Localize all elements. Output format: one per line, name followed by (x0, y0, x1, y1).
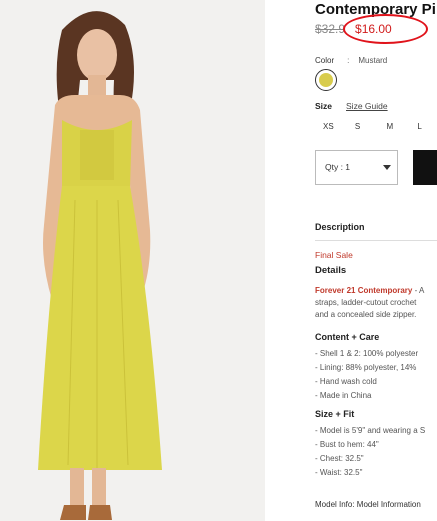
size-row: Size Size Guide (315, 101, 388, 111)
color-value: Mustard (358, 56, 388, 65)
list-item: - Bust to hem: 44" (315, 440, 379, 449)
add-to-bag-button[interactable] (413, 150, 437, 185)
size-guide-link[interactable]: Size Guide (346, 101, 388, 111)
details-line-3: and a concealed side zipper. (315, 310, 417, 319)
list-item: - Chest: 32.5" (315, 454, 364, 463)
chevron-down-icon (383, 165, 391, 170)
details-text: Forever 21 Contemporary - A straps, ladd… (315, 285, 437, 321)
product-image[interactable] (0, 0, 265, 521)
list-item: - Lining: 88% polyester, 14% (315, 363, 417, 372)
quantity-label: Qty : 1 (325, 162, 351, 172)
size-options: XS S M L (315, 122, 422, 131)
color-swatch-mustard[interactable] (315, 69, 337, 91)
final-sale-label: Final Sale (315, 250, 353, 260)
color-row: Color: Mustard (315, 56, 387, 65)
list-item: - Waist: 32.5" (315, 468, 363, 477)
divider (315, 240, 437, 241)
color-label: Color (315, 56, 335, 65)
original-price: $32.9 (315, 22, 346, 36)
size-fit-heading: Size + Fit (315, 409, 355, 419)
brand-link[interactable]: Forever 21 Contemporary (315, 286, 412, 295)
list-item: - Hand wash cold (315, 377, 377, 386)
details-heading: Details (315, 265, 347, 276)
model-info: Model Info: Model Information (315, 500, 421, 509)
quantity-select[interactable]: Qty : 1 (315, 150, 398, 185)
description-heading: Description (315, 222, 365, 232)
size-option-l[interactable]: L (417, 122, 421, 131)
size-label: Size (315, 101, 333, 111)
content-care-heading: Content + Care (315, 332, 380, 342)
size-fit-list: - Model is 5'9" and wearing a S - Bust t… (315, 424, 425, 480)
size-option-xs[interactable]: XS (323, 122, 334, 131)
list-item: - Shell 1 & 2: 100% polyester (315, 349, 419, 358)
list-item: - Model is 5'9" and wearing a S (315, 426, 426, 435)
content-care-list: - Shell 1 & 2: 100% polyester - Lining: … (315, 347, 418, 403)
price-highlight-circle (343, 14, 428, 44)
size-option-m[interactable]: M (386, 122, 393, 131)
details-line-2: straps, ladder-cutout crochet (315, 298, 417, 307)
swatch-fill (319, 73, 333, 87)
details-line-1: Forever 21 Contemporary - A (315, 286, 425, 295)
size-option-s[interactable]: S (355, 122, 360, 131)
color-separator: : (347, 56, 350, 65)
list-item: - Made in China (315, 391, 372, 400)
product-details-panel: Contemporary Pi $32.9 $16.00 Color: Mustar… (315, 0, 437, 521)
